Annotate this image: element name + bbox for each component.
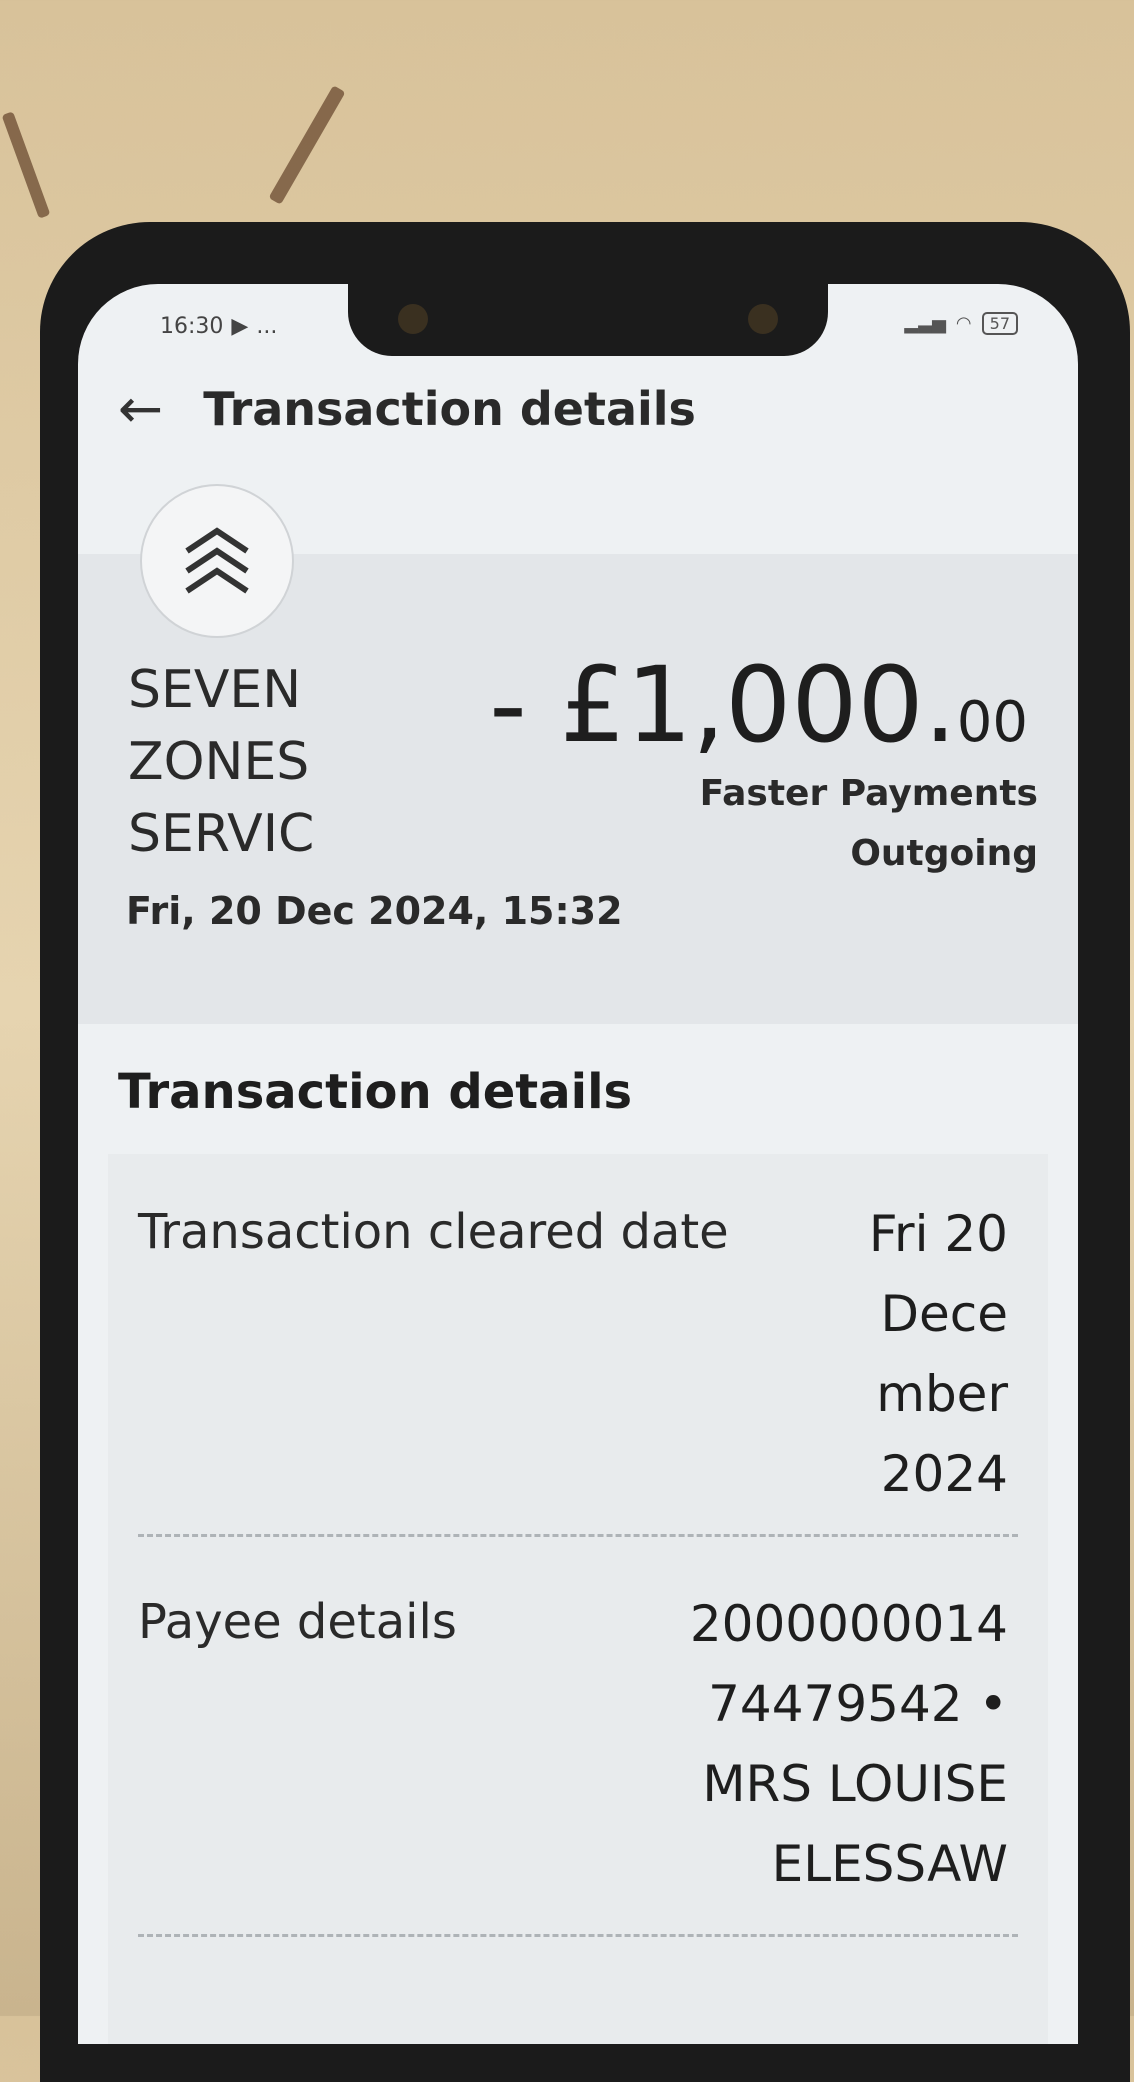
divider xyxy=(138,1934,1018,1937)
background-twig xyxy=(1,111,51,219)
back-arrow-icon[interactable]: ← xyxy=(118,382,163,436)
value-line: Fri 20 xyxy=(868,1205,1008,1263)
chevrons-up-icon xyxy=(185,527,249,594)
section-title: Transaction details xyxy=(118,1064,633,1120)
status-bar-right: ▂▃▅ ◠ 57 xyxy=(904,312,1018,335)
value-line: mber xyxy=(876,1365,1008,1423)
sensor xyxy=(748,304,778,334)
details-card: Transaction cleared date Fri 20 Dece mbe… xyxy=(108,1154,1048,2044)
value-line: 2024 xyxy=(880,1445,1008,1503)
background-twig xyxy=(268,85,346,205)
detail-label: Transaction cleared date xyxy=(138,1204,729,1260)
merchant-name: SEVEN ZONES SERVIC xyxy=(128,654,428,870)
page-title: Transaction details xyxy=(203,382,696,436)
payment-type-line: Outgoing xyxy=(850,833,1038,874)
value-line: 2000000014 xyxy=(689,1595,1008,1653)
detail-value: 2000000014 74479542 • MRS LOUISE ELESSAW xyxy=(690,1584,1008,1904)
amount-main: - £1,000. xyxy=(489,644,957,766)
payment-type: Faster Payments Outgoing xyxy=(700,764,1038,884)
status-time: 16:30 xyxy=(160,314,224,339)
payment-type-line: Faster Payments xyxy=(699,773,1038,814)
value-line: ELESSAW xyxy=(771,1835,1008,1893)
app-header: ← Transaction details xyxy=(118,382,696,437)
chevrons-up-logo-icon xyxy=(140,484,294,638)
phone-screen: 16:30 ▶ ... ▂▃▅ ◠ 57 ← Transaction detai… xyxy=(78,284,1078,2044)
value-line: 74479542 • xyxy=(708,1675,1008,1733)
value-line: Dece xyxy=(880,1285,1008,1343)
value-line: MRS LOUISE xyxy=(702,1755,1008,1813)
camera xyxy=(398,304,428,334)
transaction-amount: - £1,000.00 xyxy=(489,644,1028,766)
signal-icon: ▂▃▅ xyxy=(904,313,946,334)
battery-icon: 57 xyxy=(981,312,1018,335)
video-notification-icon: ▶ xyxy=(231,314,249,339)
transaction-datetime: Fri, 20 Dec 2024, 15:32 xyxy=(126,889,623,933)
wifi-icon: ◠ xyxy=(955,313,972,334)
status-bar-left: 16:30 ▶ ... xyxy=(160,314,277,339)
notch xyxy=(348,284,828,356)
status-dots: ... xyxy=(256,314,278,339)
divider xyxy=(138,1534,1018,1537)
merchant-line: SEVEN xyxy=(128,660,302,720)
merchant-line: ZONES xyxy=(128,732,310,792)
merchant-line: SERVIC xyxy=(128,804,315,864)
amount-pence: 00 xyxy=(956,690,1028,755)
detail-value: Fri 20 Dece mber 2024 xyxy=(869,1194,1008,1514)
detail-label: Payee details xyxy=(138,1594,457,1650)
